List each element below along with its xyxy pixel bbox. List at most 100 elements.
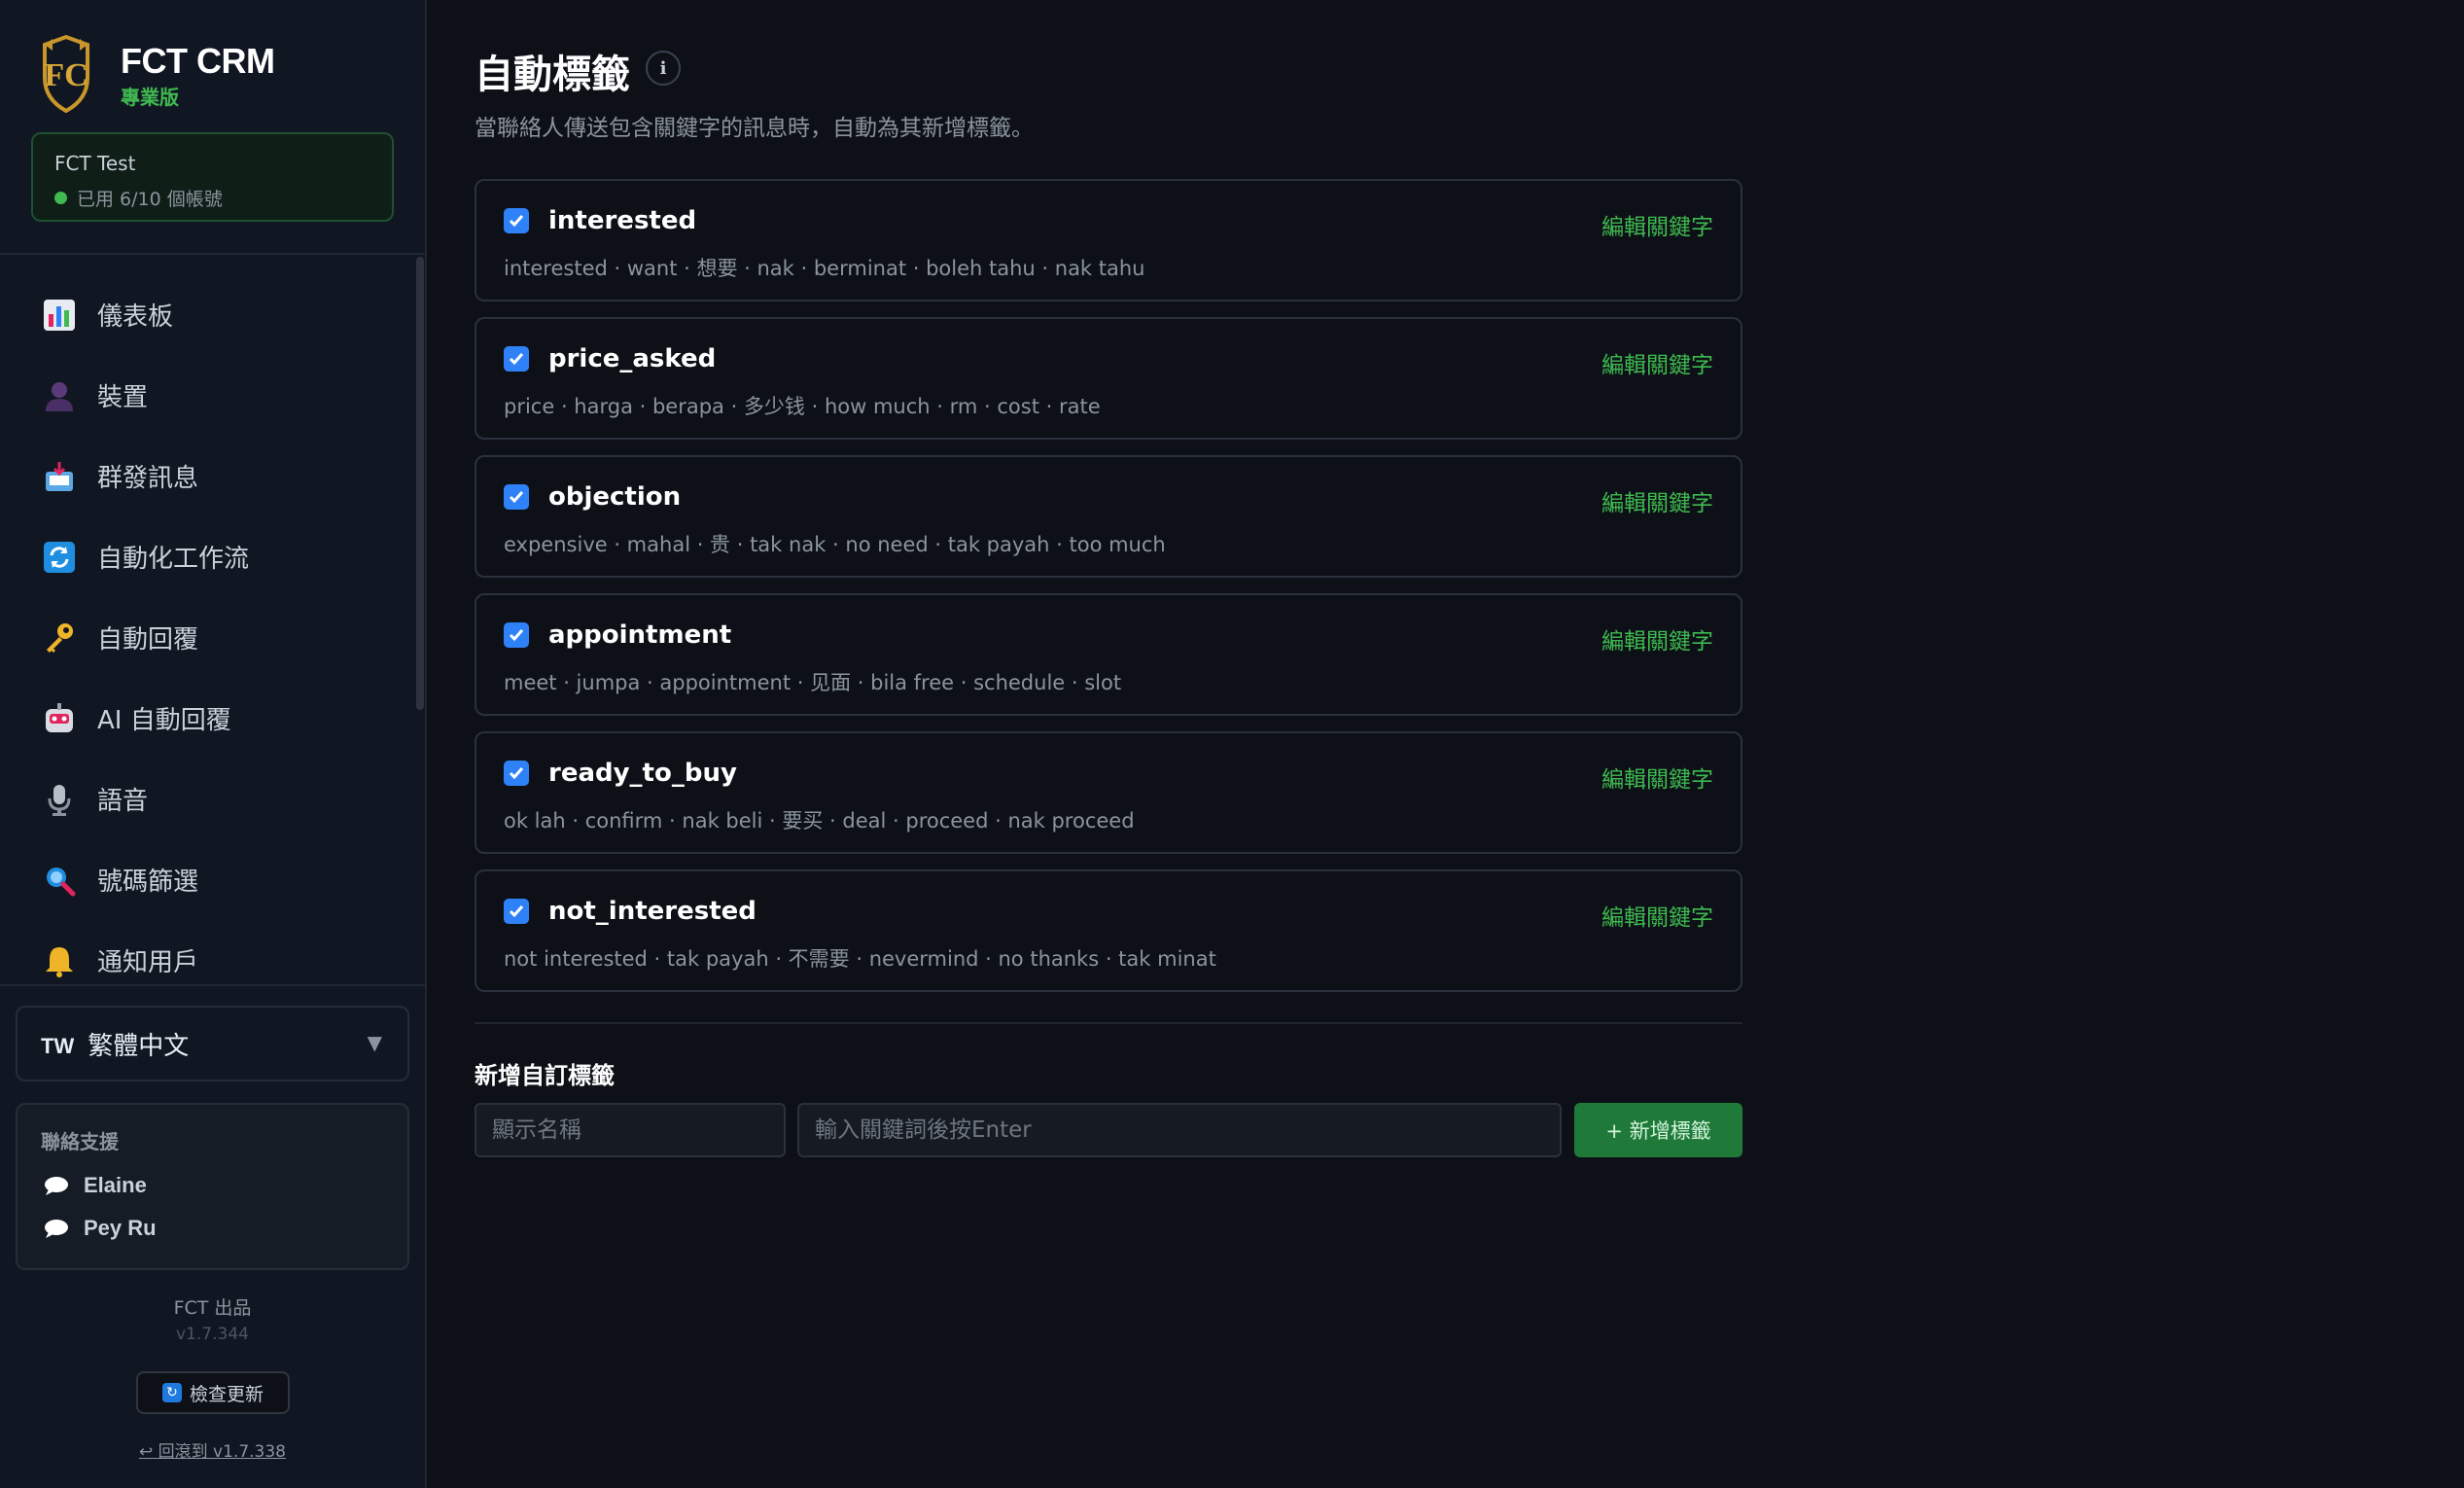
support-contact-pey-ru[interactable]: Pey Ru	[43, 1216, 157, 1241]
support-contact-elaine[interactable]: Elaine	[43, 1173, 147, 1198]
sidebar-item-number-filter[interactable]: 號碼篩選	[0, 839, 413, 920]
edit-keywords-button[interactable]: 編輯關鍵字	[1602, 484, 1713, 517]
rollback-link[interactable]: ↩ 回滾到 v1.7.338	[0, 1437, 425, 1462]
sidebar-item-label: AI 自動回覆	[97, 706, 231, 735]
brand[interactable]: FC FCT CRM 專業版	[39, 35, 408, 113]
tag-checkbox[interactable]	[504, 346, 529, 372]
language-code: TW	[41, 1034, 75, 1058]
tag-card-ready-to-buy: ready_to_buy 編輯關鍵字 ok lah · confirm · na…	[475, 731, 1742, 854]
support-title: 聯絡支援	[41, 1130, 119, 1153]
tag-checkbox[interactable]	[504, 484, 529, 510]
sidebar-item-workflow[interactable]: 自動化工作流	[0, 516, 413, 597]
checkmark-icon	[509, 215, 524, 228]
tag-name: not_interested	[548, 897, 757, 926]
chart-icon	[44, 299, 75, 331]
bell-icon	[46, 946, 73, 977]
sidebar-item-label: 裝置	[97, 383, 149, 412]
tag-keywords: not interested · tak payah · 不需要 · never…	[504, 947, 1216, 971]
check-update-label: 檢查更新	[189, 1383, 264, 1405]
info-icon[interactable]: i	[646, 51, 681, 86]
sidebar-item-label: 通知用戶	[97, 948, 199, 977]
key-icon	[47, 622, 73, 653]
tag-checkbox[interactable]	[504, 899, 529, 924]
page-title: 自動標籤	[475, 53, 630, 97]
page-subtitle: 當聯絡人傳送包含關鍵字的訊息時，自動為其新增標籤。	[475, 116, 1034, 141]
chat-bubble-icon	[45, 1220, 68, 1238]
edit-keywords-button[interactable]: 編輯關鍵字	[1602, 899, 1713, 932]
checkmark-icon	[509, 353, 524, 366]
tag-checkbox[interactable]	[504, 208, 529, 233]
sidebar-item-label: 群發訊息	[97, 464, 199, 493]
sidebar-item-label: 儀表板	[97, 302, 174, 332]
tag-name: objection	[548, 482, 682, 512]
add-tag-button[interactable]: + 新增標籤	[1574, 1103, 1742, 1157]
footer-version: v1.7.344	[176, 1325, 249, 1344]
edit-keywords-button[interactable]: 編輯關鍵字	[1602, 761, 1713, 794]
tag-card-price-asked: price_asked 編輯關鍵字 price · harga · berapa…	[475, 317, 1742, 440]
tag-name-input[interactable]	[475, 1103, 786, 1157]
check-update-button[interactable]: ↻ 檢查更新	[136, 1371, 290, 1414]
sidebar-item-label: 語音	[97, 787, 149, 816]
checkmark-icon	[509, 629, 524, 642]
chat-bubble-icon	[45, 1177, 68, 1195]
language-label: 繁體中文	[88, 1031, 190, 1061]
sidebar-item-ai-auto-reply[interactable]: AI 自動回覆	[0, 678, 413, 759]
tag-checkbox[interactable]	[504, 622, 529, 648]
tag-checkbox[interactable]	[504, 761, 529, 786]
sidebar-scrollbar-thumb[interactable]	[416, 257, 424, 710]
sidebar-item-label: 號碼篩選	[97, 868, 199, 897]
refresh-icon	[44, 541, 75, 573]
brand-title: FCT CRM	[121, 41, 275, 81]
sidebar-nav: 儀表板 裝置 群發訊息 自動化工作流 自動回覆 AI 自動回覆 語音 號碼篩選 …	[0, 274, 413, 1001]
support-panel: 聯絡支援 Elaine Pey Ru	[16, 1103, 409, 1270]
online-status-dot	[54, 192, 67, 204]
sidebar-item-broadcast[interactable]: 群發訊息	[0, 436, 413, 516]
microphone-icon	[48, 784, 71, 816]
account-card[interactable]: FCT Test 已用 6/10 個帳號	[31, 132, 394, 222]
account-usage-text: 已用 6/10 個帳號	[77, 189, 223, 210]
tag-keywords: expensive · mahal · 贵 · tak nak · no nee…	[504, 533, 1166, 556]
chevron-down-icon: ▼	[367, 1031, 382, 1054]
tag-keywords: meet · jumpa · appointment · 见面 · bila f…	[504, 671, 1122, 694]
sidebar-scrollbar[interactable]	[414, 255, 424, 984]
edit-keywords-button[interactable]: 編輯關鍵字	[1602, 208, 1713, 241]
footer-by: FCT 出品	[173, 1297, 252, 1319]
account-usage: 已用 6/10 個帳號	[54, 185, 223, 211]
tag-card-appointment: appointment 編輯關鍵字 meet · jumpa · appoint…	[475, 593, 1742, 716]
main-content: 自動標籤 i 當聯絡人傳送包含關鍵字的訊息時，自動為其新增標籤。 interes…	[428, 0, 2464, 1488]
tag-list: interested 編輯關鍵字 interested · want · 想要 …	[475, 179, 1742, 1008]
support-contact-name: Pey Ru	[84, 1216, 157, 1240]
robot-icon	[46, 702, 73, 732]
section-divider	[475, 1022, 1742, 1024]
checkmark-icon	[509, 491, 524, 504]
sidebar-item-notify-users[interactable]: 通知用戶	[0, 920, 413, 1001]
checkmark-icon	[509, 767, 524, 780]
inbox-icon	[46, 461, 73, 491]
sidebar-divider	[0, 984, 425, 986]
refresh-icon: ↻	[161, 1383, 182, 1402]
sidebar-item-voice[interactable]: 語音	[0, 759, 413, 839]
tag-card-objection: objection 編輯關鍵字 expensive · mahal · 贵 · …	[475, 455, 1742, 578]
edit-keywords-button[interactable]: 編輯關鍵字	[1602, 346, 1713, 379]
keyword-input[interactable]	[797, 1103, 1562, 1157]
tag-name: price_asked	[548, 344, 717, 373]
sidebar-item-auto-reply[interactable]: 自動回覆	[0, 597, 413, 678]
checkmark-icon	[509, 905, 524, 918]
language-select[interactable]: TW 繁體中文 ▼	[16, 1006, 409, 1081]
tag-name: ready_to_buy	[548, 759, 737, 788]
sidebar-item-label: 自動化工作流	[97, 545, 250, 574]
tag-name: interested	[548, 206, 697, 235]
tag-keywords: interested · want · 想要 · nak · berminat …	[504, 257, 1145, 280]
magnifier-icon	[47, 867, 76, 896]
tag-keywords: ok lah · confirm · nak beli · 要买 · deal …	[504, 809, 1135, 833]
tag-card-interested: interested 編輯關鍵字 interested · want · 想要 …	[475, 179, 1742, 301]
add-custom-tag-title: 新增自訂標籤	[475, 1062, 615, 1089]
sidebar-divider	[0, 253, 425, 255]
sidebar-item-label: 自動回覆	[97, 625, 199, 655]
sidebar: FC FCT CRM 專業版 FCT Test 已用 6/10 個帳號 儀表板	[0, 0, 427, 1488]
edit-keywords-button[interactable]: 編輯關鍵字	[1602, 622, 1713, 655]
svg-text:FC: FC	[44, 57, 88, 93]
sidebar-item-dashboard[interactable]: 儀表板	[0, 274, 413, 355]
sidebar-item-devices[interactable]: 裝置	[0, 355, 413, 436]
brand-edition: 專業版	[121, 86, 179, 109]
